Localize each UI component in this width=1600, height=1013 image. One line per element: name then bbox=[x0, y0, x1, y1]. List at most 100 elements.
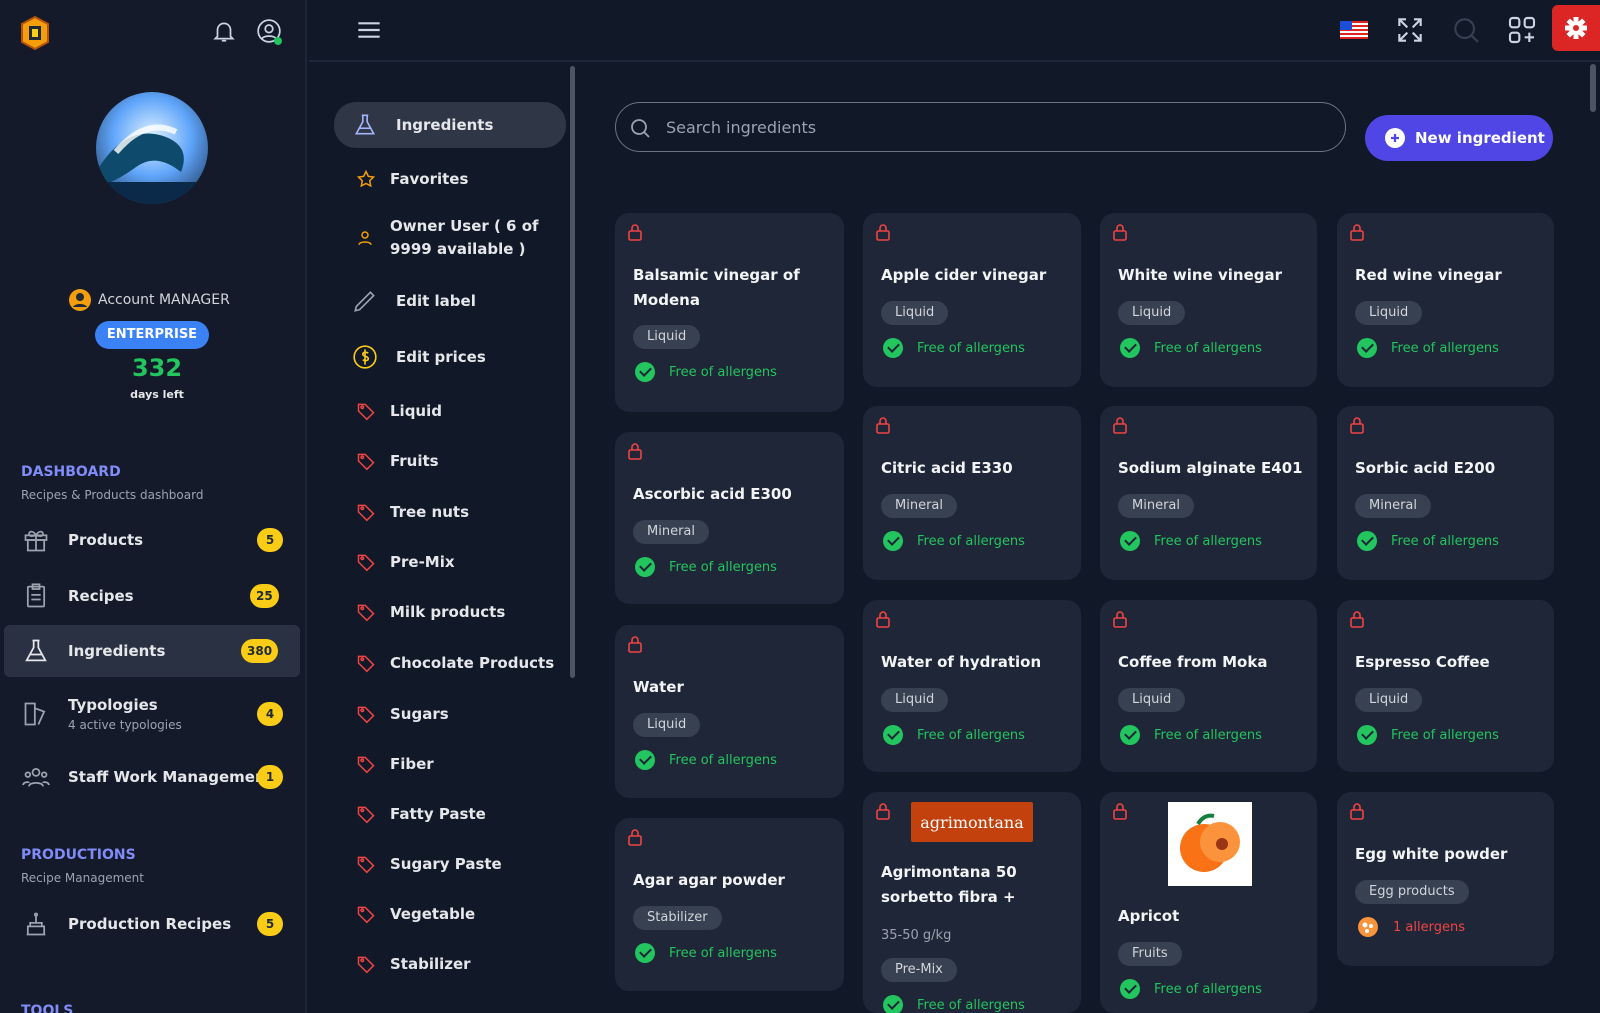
tag-icon bbox=[357, 906, 375, 924]
lock-icon[interactable] bbox=[875, 610, 891, 628]
ingredient-card[interactable]: Water of hydration Liquid Free of allergen… bbox=[863, 600, 1081, 772]
lock-icon[interactable] bbox=[1349, 802, 1365, 820]
menu-item-owner-user[interactable]: Owner User ( 6 of 9999 available ) bbox=[334, 207, 566, 269]
search-icon[interactable] bbox=[1450, 14, 1482, 46]
ingredient-card[interactable]: Ascorbic acid E300 Mineral Free of allerge… bbox=[615, 432, 844, 604]
sidebar-item-label: Production Recipes bbox=[68, 915, 232, 933]
menu-item-category-pre-mix[interactable]: Pre-Mix bbox=[334, 539, 566, 585]
settings-button[interactable] bbox=[1552, 5, 1600, 51]
sidebar-item-ingredients[interactable]: Ingredients 380 bbox=[4, 625, 300, 677]
lock-icon[interactable] bbox=[1112, 223, 1128, 241]
menu-item-ingredients[interactable]: Ingredients bbox=[334, 102, 566, 148]
lock-icon[interactable] bbox=[627, 635, 643, 653]
menu-item-category-tree-nuts[interactable]: Tree nuts bbox=[334, 489, 566, 535]
lock-icon[interactable] bbox=[1349, 223, 1365, 241]
hamburger-menu-icon[interactable] bbox=[353, 14, 385, 46]
search-input[interactable] bbox=[666, 113, 1316, 141]
app: Account MANAGER ENTERPRISE 332 days left… bbox=[0, 0, 1600, 1013]
allergen-label: Free of allergens bbox=[669, 945, 777, 961]
menu-item-category-sugars[interactable]: Sugars bbox=[334, 691, 566, 737]
category-tag: Liquid bbox=[1118, 301, 1186, 325]
menu-item-label: Edit prices bbox=[396, 347, 486, 366]
top-bar bbox=[309, 0, 1600, 62]
ingredient-card[interactable]: Sodium alginate E401 Mineral Free of aller… bbox=[1100, 406, 1317, 580]
menu-item-category-vegetable[interactable]: Vegetable bbox=[334, 891, 566, 937]
ingredient-name: Apricot bbox=[1118, 907, 1180, 925]
ingredient-card[interactable]: Balsamic vinegar of Modena Liquid Free of … bbox=[615, 213, 844, 412]
menu-item-favorites[interactable]: Favorites bbox=[334, 156, 566, 202]
check-circle-icon bbox=[635, 750, 655, 770]
ingredient-card[interactable]: Agar agar powder Stabilizer Free of allerg… bbox=[615, 818, 844, 991]
menu-item-edit-label[interactable]: Edit label bbox=[334, 278, 566, 324]
ingredient-card[interactable]: Sorbic acid E200 Mineral Free of allergens bbox=[1337, 406, 1554, 580]
user-profile-icon[interactable] bbox=[256, 18, 282, 45]
allergen-status: Free of allergens bbox=[1120, 338, 1262, 358]
category-tag: Mineral bbox=[633, 520, 709, 544]
page-scrollbar[interactable] bbox=[1590, 64, 1596, 112]
ingredient-card[interactable]: Apricot Fruits Free of allergens bbox=[1100, 792, 1317, 1013]
sidebar-item-typologies[interactable]: Typologies 4 active typologies 4 bbox=[4, 688, 300, 740]
sidebar: Account MANAGER ENTERPRISE 332 days left… bbox=[0, 0, 307, 1013]
check-circle-icon bbox=[883, 531, 903, 551]
allergen-status: Free of allergens bbox=[1357, 531, 1499, 551]
ingredient-card[interactable]: Egg white powder Egg products 1 allergens bbox=[1337, 792, 1554, 966]
lock-icon[interactable] bbox=[1349, 610, 1365, 628]
menu-item-category-stabilizer[interactable]: Stabilizer bbox=[334, 941, 566, 987]
new-ingredient-button[interactable]: New ingredient bbox=[1365, 115, 1553, 161]
ingredient-card[interactable]: Agrimontana 50 sorbetto fibra + agrimonta… bbox=[863, 792, 1081, 1013]
bell-icon[interactable] bbox=[211, 18, 237, 44]
fullscreen-icon[interactable] bbox=[1394, 14, 1426, 46]
lock-icon[interactable] bbox=[875, 223, 891, 241]
lock-icon[interactable] bbox=[1112, 610, 1128, 628]
us-flag-icon[interactable] bbox=[1339, 14, 1371, 46]
sidebar-item-recipes[interactable]: Recipes 25 bbox=[4, 570, 300, 622]
clipboard-icon bbox=[26, 583, 46, 608]
lock-icon[interactable] bbox=[875, 802, 891, 820]
menu-item-category-fatty-paste[interactable]: Fatty Paste bbox=[334, 791, 566, 837]
avatar[interactable] bbox=[96, 92, 208, 204]
tag-icon bbox=[357, 956, 375, 974]
menu-item-category-chocolate-products[interactable]: Chocolate Products bbox=[334, 640, 566, 686]
menu-item-category-fruits[interactable]: Fruits bbox=[334, 438, 566, 484]
lock-icon[interactable] bbox=[1349, 416, 1365, 434]
category-tag: Stabilizer bbox=[633, 906, 722, 930]
flask-icon bbox=[354, 114, 376, 135]
ingredient-name: White wine vinegar bbox=[1118, 266, 1283, 284]
menu-item-category-fiber[interactable]: Fiber bbox=[334, 741, 566, 787]
apps-icon[interactable] bbox=[1506, 14, 1538, 46]
sidebar-item-staff-work-management[interactable]: Staff Work Management 1 bbox=[4, 751, 300, 803]
lock-icon[interactable] bbox=[1112, 802, 1128, 820]
account-manager-icon bbox=[69, 289, 91, 311]
ingredient-name: Balsamic vinegar of Modena bbox=[633, 266, 800, 309]
category-tag: Pre-Mix bbox=[881, 958, 957, 982]
ingredient-card[interactable]: Coffee from Moka Liquid Free of allergens bbox=[1100, 600, 1317, 772]
menu-item-category-sugary-paste[interactable]: Sugary Paste bbox=[334, 841, 566, 887]
lock-icon[interactable] bbox=[627, 223, 643, 241]
lock-icon[interactable] bbox=[1112, 416, 1128, 434]
menu-item-category-milk-products[interactable]: Milk products bbox=[334, 589, 566, 635]
category-tag: Mineral bbox=[1118, 494, 1194, 518]
ingredient-card[interactable]: Red wine vinegar Liquid Free of allergens bbox=[1337, 213, 1554, 387]
ingredient-name: Water of hydration bbox=[881, 653, 1042, 671]
ingredient-card[interactable]: Citric acid E330 Mineral Free of allergens bbox=[863, 406, 1081, 580]
allergen-status: Free of allergens bbox=[1120, 979, 1262, 999]
allergen-label: Free of allergens bbox=[1154, 981, 1262, 997]
lock-icon[interactable] bbox=[627, 828, 643, 846]
menu-scrollbar[interactable] bbox=[570, 66, 575, 678]
allergen-label: Free of allergens bbox=[669, 752, 777, 768]
ingredient-card[interactable]: White wine vinegar Liquid Free of allergen… bbox=[1100, 213, 1317, 387]
ingredient-card[interactable]: Espresso Coffee Liquid Free of allergens bbox=[1337, 600, 1554, 772]
plan-badge: ENTERPRISE bbox=[95, 321, 209, 349]
check-circle-icon bbox=[635, 362, 655, 382]
lock-icon[interactable] bbox=[627, 442, 643, 460]
menu-item-category-liquid[interactable]: Liquid bbox=[334, 388, 566, 434]
allergen-status: Free of allergens bbox=[1120, 531, 1262, 551]
menu-item-edit-prices[interactable]: Edit prices bbox=[334, 334, 566, 380]
ingredient-card[interactable]: Apple cider vinegar Liquid Free of allerge… bbox=[863, 213, 1081, 387]
sidebar-item-products[interactable]: Products 5 bbox=[4, 514, 300, 566]
allergen-label: Free of allergens bbox=[1391, 533, 1499, 549]
app-logo[interactable] bbox=[17, 15, 53, 51]
sidebar-item-production-recipes[interactable]: Production Recipes 5 bbox=[4, 898, 300, 950]
ingredient-card[interactable]: Water Liquid Free of allergens bbox=[615, 625, 844, 798]
lock-icon[interactable] bbox=[875, 416, 891, 434]
